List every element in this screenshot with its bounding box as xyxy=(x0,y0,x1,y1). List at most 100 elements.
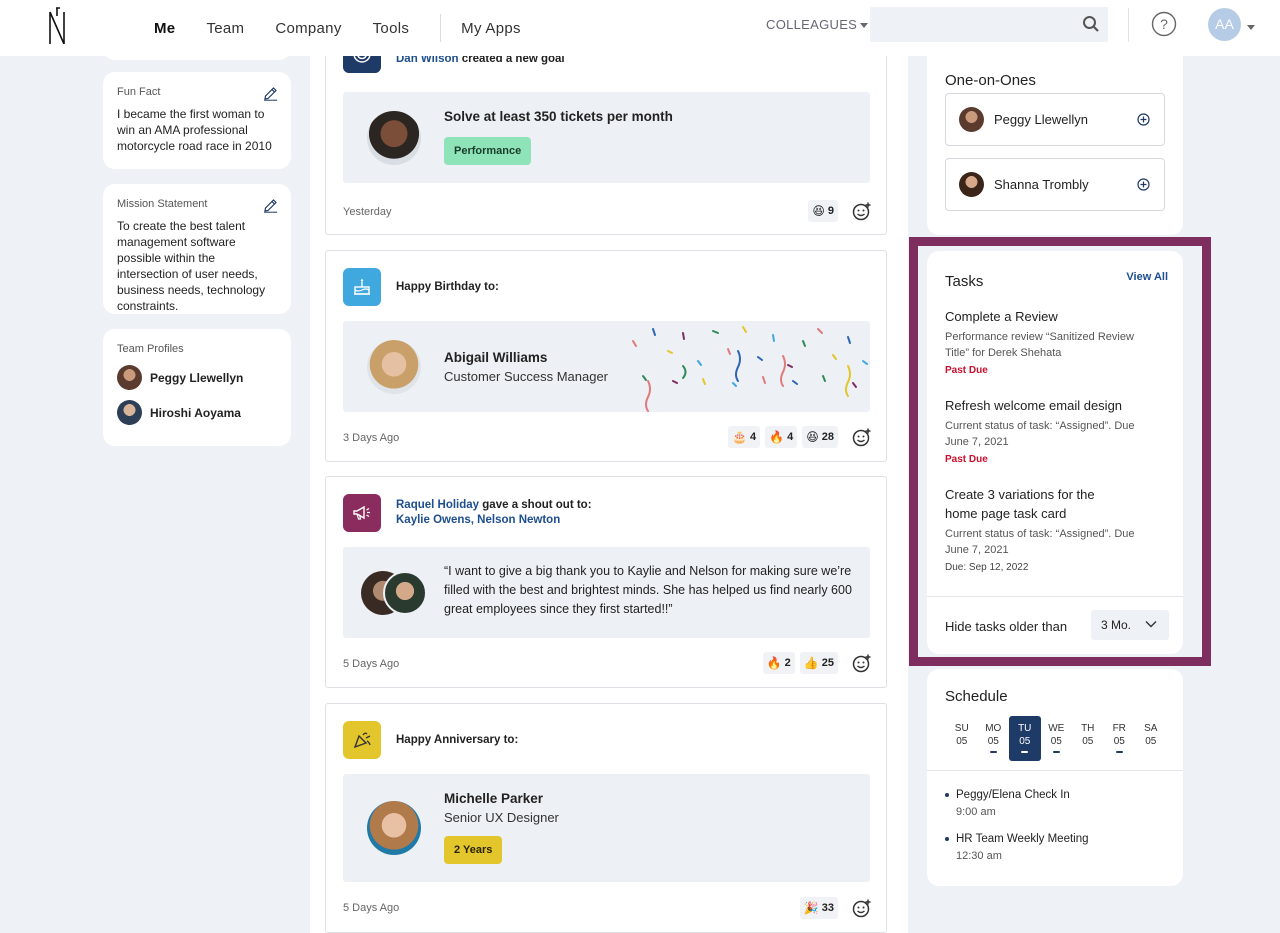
day-tuesday-selected[interactable]: TU 05 xyxy=(1009,716,1041,761)
day-monday[interactable]: MO 05 xyxy=(978,716,1010,761)
bullet-icon xyxy=(945,792,949,797)
caret-down-icon[interactable] xyxy=(1247,25,1255,30)
party-emoji-icon: 🎉 xyxy=(803,901,819,915)
person-role: Customer Success Manager xyxy=(444,369,609,384)
search-input[interactable] xyxy=(870,7,1108,42)
post-header: Happy Anniversary to: xyxy=(396,734,519,746)
reaction-chip[interactable]: 🔥 2 xyxy=(762,652,795,674)
fire-emoji-icon: 🔥 xyxy=(769,430,785,444)
task-desc: Current status of task: “Assigned”. Due … xyxy=(945,528,1135,556)
anniversary-post: Happy Anniversary to: Michelle Parker Se… xyxy=(325,703,887,933)
reaction-count: 2 xyxy=(784,657,791,669)
nav-company[interactable]: Company xyxy=(275,20,341,37)
tasks-card: Tasks View All Complete a Review Perform… xyxy=(927,251,1183,654)
reaction-chip[interactable]: 🎉 33 xyxy=(799,897,838,919)
event-name: Peggy/Elena Check In xyxy=(956,789,1070,801)
shoutout-post: Raquel Holiday gave a shout out to: Kayl… xyxy=(325,476,887,688)
mission-card: Mission Statement To create the best tal… xyxy=(103,184,291,314)
add-circle-icon[interactable] xyxy=(1137,113,1150,126)
person-name[interactable]: Michelle Parker xyxy=(444,791,543,806)
bullet-icon xyxy=(945,836,949,841)
schedule-event[interactable]: Peggy/Elena Check In 9:00 am xyxy=(945,789,1070,818)
post-body: Abigail Williams Customer Success Manage… xyxy=(343,321,870,412)
view-all-link[interactable]: View All xyxy=(1126,271,1168,283)
reaction-chip[interactable]: 🔥 4 xyxy=(765,426,798,448)
confetti-decoration xyxy=(632,326,868,412)
reactions: 🔥 2 👍 25 xyxy=(758,652,872,674)
avatar xyxy=(959,172,984,197)
nav-my-apps[interactable]: My Apps xyxy=(461,20,521,37)
avatar xyxy=(367,340,421,394)
day-sunday[interactable]: SU 05 xyxy=(946,716,978,761)
caret-down-icon xyxy=(860,23,869,29)
day-label: TH xyxy=(1081,723,1095,734)
performance-tag: Performance xyxy=(444,137,532,165)
top-nav: Me Team Company Tools My Apps COLLEAGUES… xyxy=(0,0,1280,56)
event-indicator xyxy=(1021,751,1028,753)
reaction-chip[interactable]: 🎂 4 xyxy=(728,426,761,448)
person-name[interactable]: Abigail Williams xyxy=(444,350,547,365)
colleagues-dropdown[interactable]: COLLEAGUES xyxy=(766,17,869,32)
nav-tools[interactable]: Tools xyxy=(373,20,410,37)
task-item[interactable]: Create 3 variations for the home page ta… xyxy=(945,485,1135,573)
reaction-count: 4 xyxy=(787,431,794,443)
day-label: WE xyxy=(1048,723,1065,734)
reactions: 😆 9 xyxy=(803,200,872,222)
megaphone-icon xyxy=(343,494,381,532)
thumbs-up-emoji-icon: 👍 xyxy=(803,656,819,670)
nav-divider xyxy=(440,14,442,42)
user-avatar[interactable]: AA xyxy=(1208,8,1241,41)
edit-pencil-icon[interactable] xyxy=(263,86,278,101)
day-saturday[interactable]: SA 05 xyxy=(1135,716,1167,761)
actor-link[interactable]: Raquel Holiday xyxy=(396,499,479,511)
nav-team[interactable]: Team xyxy=(206,20,244,37)
years-tag: 2 Years xyxy=(444,836,503,864)
reaction-chip[interactable]: 😆 9 xyxy=(808,200,838,222)
day-number: 05 xyxy=(1019,736,1031,747)
day-label: MO xyxy=(985,723,1002,734)
day-thursday[interactable]: TH 05 xyxy=(1072,716,1104,761)
day-label: FR xyxy=(1112,723,1126,734)
day-number: 05 xyxy=(987,736,999,747)
mission-text: To create the best talent management sof… xyxy=(117,219,266,313)
day-label: SU xyxy=(954,723,969,734)
add-reaction-icon[interactable] xyxy=(852,898,872,918)
team-profile-item[interactable]: Peggy Llewellyn xyxy=(117,365,277,390)
hide-tasks-select[interactable]: 3 Mo. xyxy=(1091,610,1169,640)
reaction-chip[interactable]: 😆 28 xyxy=(802,426,838,448)
day-number: 05 xyxy=(956,736,968,747)
fun-fact-card: Fun Fact I became the first woman to win… xyxy=(103,72,291,169)
birthday-post: Happy Birthday to: Abigail Williams Cust… xyxy=(325,250,887,462)
team-profiles-label: Team Profiles xyxy=(117,343,184,355)
chevron-down-icon xyxy=(1145,621,1157,628)
nav-me[interactable]: Me xyxy=(154,20,175,37)
laughing-emoji-icon: 😆 xyxy=(812,204,825,218)
add-reaction-icon[interactable] xyxy=(852,201,872,221)
task-due-date: Due: Sep 12, 2022 xyxy=(945,562,1029,573)
task-item[interactable]: Complete a Review Performance review “Sa… xyxy=(945,307,1160,376)
app-logo[interactable] xyxy=(48,6,66,44)
goal-title: Solve at least 350 tickets per month xyxy=(444,109,673,124)
tasks-title: Tasks xyxy=(945,273,984,290)
task-item[interactable]: Refresh welcome email design Current sta… xyxy=(945,396,1160,465)
reaction-count: 25 xyxy=(821,657,834,669)
fire-emoji-icon: 🔥 xyxy=(766,656,782,670)
shoutout-targets[interactable]: Kaylie Owens, Nelson Newton xyxy=(396,514,560,526)
help-icon[interactable]: ? xyxy=(1151,11,1177,37)
team-profile-item[interactable]: Hiroshi Aoyama xyxy=(117,400,277,425)
add-reaction-icon[interactable] xyxy=(852,653,872,673)
cake-icon xyxy=(343,268,381,306)
one-on-one-item[interactable]: Peggy Llewellyn xyxy=(945,93,1165,146)
search-icon[interactable] xyxy=(1082,15,1100,33)
add-reaction-icon[interactable] xyxy=(852,427,872,447)
post-header: Happy Birthday to: xyxy=(396,281,499,293)
week-days: SU 05 MO 05 TU 05 WE 05 TH 05 FR 05 SA 05 xyxy=(946,716,1167,761)
day-wednesday[interactable]: WE 05 xyxy=(1041,716,1073,761)
edit-pencil-icon[interactable] xyxy=(263,198,278,213)
reaction-chip[interactable]: 👍 25 xyxy=(799,652,838,674)
day-friday[interactable]: FR 05 xyxy=(1104,716,1136,761)
one-on-one-item[interactable]: Shanna Trombly xyxy=(945,158,1165,211)
schedule-event[interactable]: HR Team Weekly Meeting 12:30 am xyxy=(945,833,1089,862)
task-title: Create 3 variations for the home page ta… xyxy=(945,487,1095,521)
add-circle-icon[interactable] xyxy=(1137,178,1150,191)
